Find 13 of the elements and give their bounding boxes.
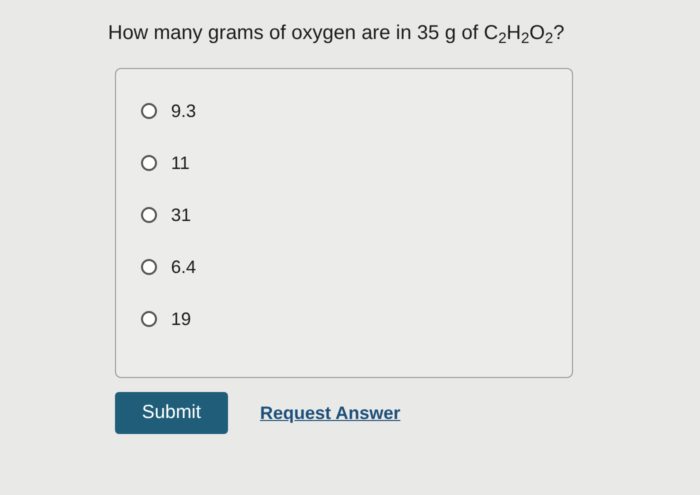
radio-button[interactable] — [141, 207, 157, 223]
option-label: 11 — [171, 152, 190, 174]
radio-button[interactable] — [141, 155, 157, 171]
radio-button[interactable] — [141, 311, 157, 327]
radio-button[interactable] — [141, 103, 157, 119]
option-label: 9.3 — [171, 100, 196, 122]
option-label: 31 — [171, 204, 192, 226]
option-label: 19 — [171, 308, 192, 330]
request-answer-link[interactable]: Request Answer — [260, 400, 400, 426]
radio-button[interactable] — [141, 259, 157, 275]
question-text: How many grams of oxygen are in 35 g of C$_{2}$H$_{2}$O$_{2}$? — [108, 21, 566, 48]
submit-button[interactable]: Submit — [115, 392, 228, 434]
option-label: 6.4 — [171, 256, 196, 278]
